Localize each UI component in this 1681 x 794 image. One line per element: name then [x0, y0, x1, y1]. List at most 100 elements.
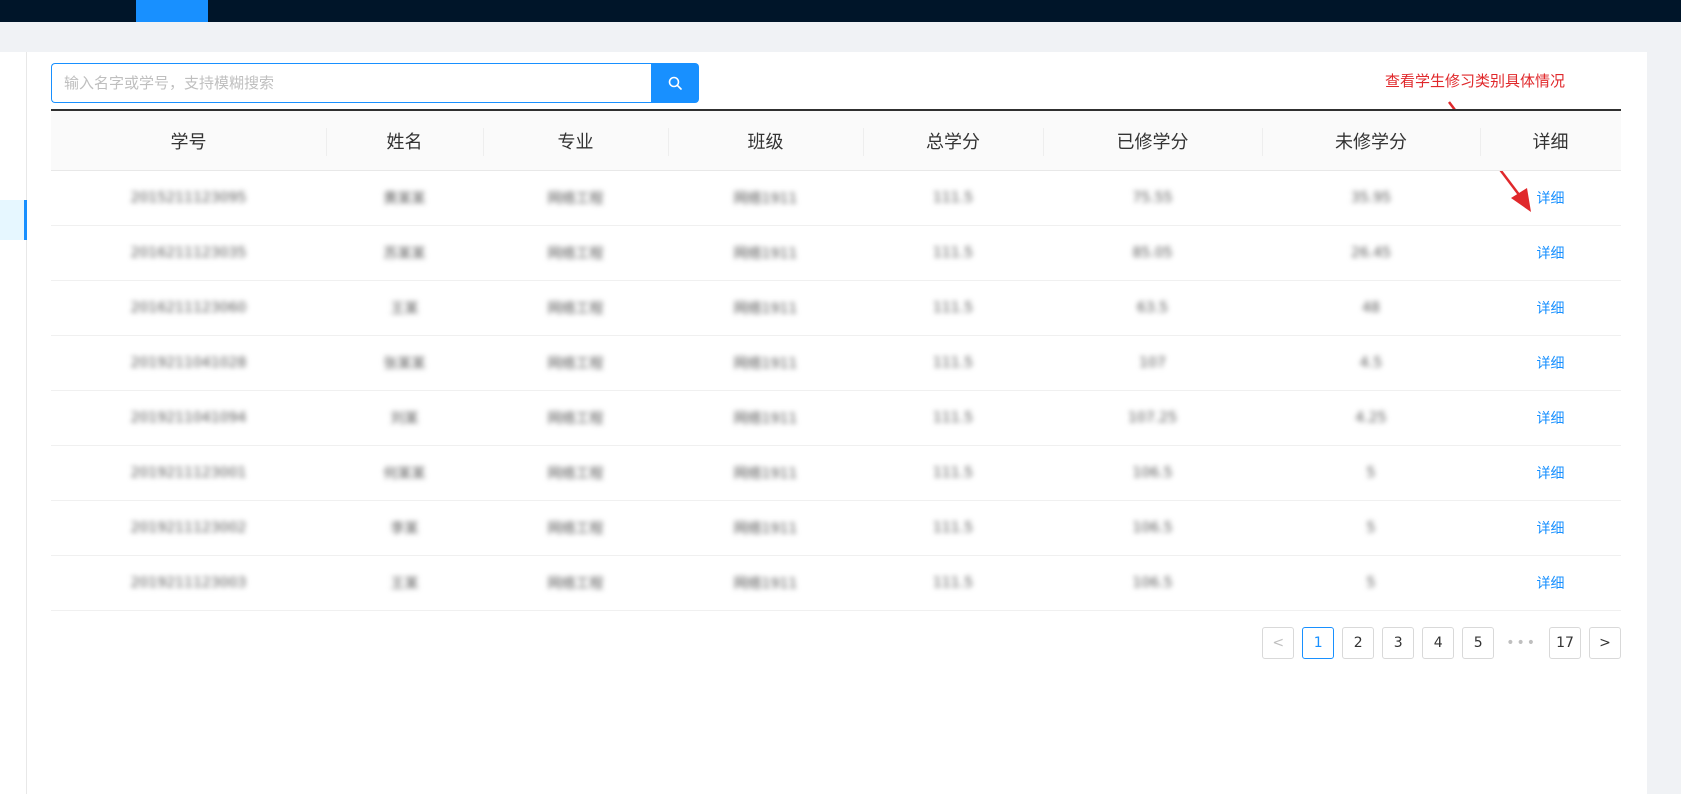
column-header-name: 姓名 — [326, 111, 483, 170]
cell-total-credits: 111.5 — [932, 355, 974, 371]
cell-remaining-credits: 4.5 — [1359, 355, 1383, 371]
cell-name: 苏某某 — [383, 246, 426, 262]
cell-class: 网络1911 — [733, 576, 798, 592]
cell-class: 网络1911 — [733, 411, 798, 427]
table-row: 2019211123001 何某某 网络工程 网络1911 111.5 106.5 5 详细 — [51, 446, 1621, 501]
cell-class: 网络1911 — [733, 301, 798, 317]
pagination-next-button[interactable]: > — [1589, 627, 1621, 659]
cell-detail: 详细 — [1480, 556, 1621, 610]
cell-remaining-credits: 5 — [1366, 520, 1376, 536]
cell-student-id: 2019211041028 — [130, 355, 247, 371]
top-navbar — [0, 0, 1681, 22]
pagination-page-2[interactable]: 2 — [1342, 627, 1375, 659]
cell-total-credits: 111.5 — [932, 190, 974, 206]
column-header-remaining-credits: 未修学分 — [1262, 111, 1480, 170]
cell-class: 网络1911 — [733, 356, 798, 372]
cell-earned-credits: 107 — [1139, 355, 1166, 371]
cell-name: 张某某 — [383, 356, 426, 372]
cell-remaining-credits: 5 — [1366, 575, 1376, 591]
cell-name: 黄某某 — [383, 191, 426, 207]
cell-major: 网络工程 — [547, 356, 604, 372]
cell-major: 网络工程 — [547, 576, 604, 592]
column-header-major: 专业 — [483, 111, 668, 170]
cell-remaining-credits: 35.95 — [1350, 190, 1392, 206]
column-header-student-id: 学号 — [170, 131, 207, 153]
cell-earned-credits: 85.05 — [1132, 245, 1173, 261]
detail-link[interactable]: 详细 — [1537, 573, 1565, 593]
nav-tab-active[interactable] — [136, 0, 208, 22]
column-header-class: 班级 — [668, 111, 863, 170]
cell-major: 网络工程 — [547, 246, 604, 262]
detail-link[interactable]: 详细 — [1537, 298, 1565, 318]
table-row: 2019211041028 张某某 网络工程 网络1911 111.5 107 4.5 详细 — [51, 336, 1621, 391]
pagination: < 1 2 3 4 5 ••• 17 > — [1262, 627, 1621, 659]
cell-earned-credits: 107.25 — [1128, 410, 1177, 426]
column-header-total-credits: 总学分 — [863, 111, 1043, 170]
detail-link[interactable]: 详细 — [1537, 188, 1565, 208]
search-icon — [668, 76, 682, 90]
cell-detail: 详细 — [1480, 171, 1621, 225]
cell-class: 网络1911 — [733, 521, 798, 537]
table-row: 2019211123002 李某 网络工程 网络1911 111.5 106.5 5 详细 — [51, 501, 1621, 556]
cell-major: 网络工程 — [547, 411, 604, 427]
cell-name: 王某 — [390, 301, 419, 317]
table-row: 2019211041094 刘某 网络工程 网络1911 111.5 107.25 4.25… — [51, 391, 1621, 446]
cell-major: 网络工程 — [547, 301, 604, 317]
cell-student-id: 2019211123001 — [130, 465, 247, 481]
detail-link[interactable]: 详细 — [1537, 353, 1565, 373]
cell-major: 网络工程 — [547, 466, 604, 482]
pagination-page-1[interactable]: 1 — [1302, 627, 1335, 659]
pagination-prev-button[interactable]: < — [1262, 627, 1295, 659]
column-header-earned-credits: 已修学分 — [1043, 111, 1262, 170]
pagination-page-3[interactable]: 3 — [1382, 627, 1415, 659]
cell-class: 网络1911 — [733, 466, 798, 482]
cell-detail: 详细 — [1480, 226, 1621, 280]
table-row: 2016211123060 王某 网络工程 网络1911 111.5 63.5 48 详细 — [51, 281, 1621, 336]
cell-earned-credits: 106.5 — [1132, 520, 1173, 536]
pagination-page-5[interactable]: 5 — [1462, 627, 1495, 659]
cell-detail: 详细 — [1480, 501, 1621, 555]
cell-remaining-credits: 4.25 — [1355, 410, 1387, 426]
detail-link[interactable]: 详细 — [1537, 518, 1565, 538]
cell-earned-credits: 63.5 — [1136, 300, 1169, 316]
sidebar — [0, 52, 27, 794]
cell-student-id: 2016211123060 — [130, 300, 247, 316]
search-input[interactable] — [51, 63, 651, 103]
cell-earned-credits: 106.5 — [1132, 575, 1173, 591]
detail-link[interactable]: 详细 — [1537, 243, 1565, 263]
cell-major: 网络工程 — [547, 521, 604, 537]
search-button[interactable] — [651, 63, 699, 103]
cell-class: 网络1911 — [733, 246, 798, 262]
cell-total-credits: 111.5 — [932, 575, 974, 591]
pagination-page-last[interactable]: 17 — [1549, 627, 1581, 659]
cell-student-id: 2016211123035 — [130, 245, 247, 261]
cell-class: 网络1911 — [733, 191, 798, 207]
cell-name: 李某 — [390, 521, 419, 537]
annotation-text: 查看学生修习类别具体情况 — [1385, 72, 1566, 90]
cell-remaining-credits: 5 — [1366, 465, 1376, 481]
cell-name: 刘某 — [390, 411, 419, 427]
table-row: 2019211123003 王某 网络工程 网络1911 111.5 106.5 5 详细 — [51, 556, 1621, 611]
pagination-ellipsis[interactable]: ••• — [1502, 627, 1541, 659]
cell-name: 何某某 — [383, 466, 426, 482]
column-header-detail: 详细 — [1480, 111, 1621, 170]
detail-link[interactable]: 详细 — [1537, 463, 1565, 483]
main-content: 查看学生修习类别具体情况 学号 姓名 专业 班级 总学分 已修学分 未修学分 详… — [27, 52, 1647, 794]
table-body: 2015211123095 黄某某 网络工程 网络1911 111.5 75.55 35.9… — [51, 171, 1621, 611]
cell-major: 网络工程 — [547, 191, 604, 207]
detail-link[interactable]: 详细 — [1537, 408, 1565, 428]
cell-total-credits: 111.5 — [932, 465, 974, 481]
cell-total-credits: 111.5 — [932, 520, 974, 536]
cell-total-credits: 111.5 — [932, 300, 974, 316]
cell-remaining-credits: 26.45 — [1350, 245, 1392, 261]
cell-detail: 详细 — [1480, 336, 1621, 390]
table-row: 2015211123095 黄某某 网络工程 网络1911 111.5 75.55 35.9… — [51, 171, 1621, 226]
pagination-page-4[interactable]: 4 — [1422, 627, 1455, 659]
cell-student-id: 2019211123003 — [130, 575, 247, 591]
cell-name: 王某 — [390, 576, 419, 592]
cell-earned-credits: 106.5 — [1132, 465, 1173, 481]
sidebar-item-selected[interactable] — [0, 200, 27, 240]
cell-remaining-credits: 48 — [1362, 300, 1380, 316]
cell-student-id: 2019211123002 — [130, 520, 247, 536]
student-table: 学号 姓名 专业 班级 总学分 已修学分 未修学分 详细 20152111230… — [51, 109, 1621, 611]
